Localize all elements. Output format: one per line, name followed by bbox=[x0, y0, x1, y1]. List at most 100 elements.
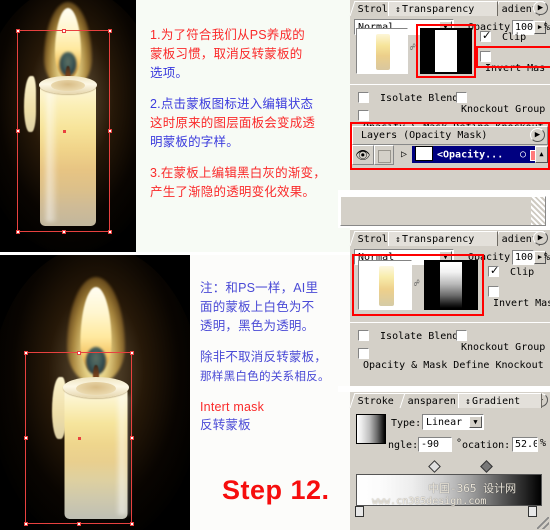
lock-toggle-cell[interactable] bbox=[374, 145, 394, 165]
gradient-stop-start[interactable] bbox=[355, 506, 364, 517]
layer-target-circle-icon[interactable]: ○ bbox=[520, 146, 526, 163]
handle-tl[interactable] bbox=[23, 350, 28, 355]
object-thumbnail-1[interactable] bbox=[356, 28, 408, 74]
tab-transparency-1[interactable]: ↕Transparency bbox=[388, 1, 498, 16]
gradient-location-label: ocation: bbox=[462, 440, 511, 451]
tab-grip-icon-2: ↕ bbox=[395, 235, 401, 245]
transparency-panel-2[interactable]: Strol ↕Transparency adient ▶ Normal ▼ Op… bbox=[349, 230, 550, 388]
visibility-toggle-cell[interactable]: 👁 bbox=[352, 145, 374, 165]
tutorial-bottom-line-1: 面的蒙板上白色为不 bbox=[200, 300, 315, 314]
panel-scrollbar-strip[interactable] bbox=[531, 197, 545, 225]
panel-1-divider bbox=[350, 84, 550, 85]
selection-bounding-box[interactable] bbox=[15, 28, 112, 234]
handle-br[interactable] bbox=[107, 229, 112, 234]
clip-checkbox-2[interactable] bbox=[488, 264, 499, 277]
clip-label-1: Clip bbox=[502, 31, 527, 43]
artboard-bottom-candle[interactable] bbox=[0, 255, 190, 530]
handle-bl[interactable] bbox=[23, 521, 28, 526]
handle-tr[interactable] bbox=[129, 350, 134, 355]
collapsed-panel-strip[interactable] bbox=[340, 196, 546, 226]
knockout-group-checkbox-2[interactable] bbox=[456, 330, 467, 341]
gradient-tabstrip[interactable]: Stroke ansparen ↕Gradient ▶ bbox=[349, 392, 550, 408]
handle-tl[interactable] bbox=[15, 28, 20, 33]
mask-gradient bbox=[440, 262, 462, 308]
chevron-down-icon-3[interactable]: ▼ bbox=[469, 416, 482, 428]
layer-expand-arrow-icon[interactable]: ▷ bbox=[396, 147, 412, 163]
opacity-mask-knockout-row-2[interactable]: Opacity & Mask Define Knockout bbox=[358, 348, 550, 371]
lock-icon[interactable] bbox=[377, 150, 391, 163]
object-thumbnail-2[interactable] bbox=[358, 260, 412, 310]
gradient-angle-input[interactable]: -90 bbox=[418, 437, 452, 452]
handle-tr[interactable] bbox=[107, 28, 112, 33]
selection-bounding-box-2[interactable] bbox=[23, 350, 134, 526]
invert-mask-checkbox-row-2[interactable]: Invert Mas bbox=[488, 286, 550, 309]
invert-mask-checkbox-1[interactable] bbox=[480, 51, 491, 62]
isolate-blend-checkbox-1[interactable] bbox=[358, 92, 369, 103]
isolate-blend-row-1[interactable]: Isolate Blend bbox=[358, 92, 458, 104]
gradient-midpoint-0[interactable] bbox=[428, 460, 441, 473]
eye-icon[interactable]: 👁 bbox=[355, 148, 370, 162]
panel-menu-arrow-icon-1[interactable]: ▶ bbox=[533, 1, 548, 15]
tutorial-top-line-1: 蒙板习惯，取消反转蒙板的 bbox=[150, 47, 303, 61]
clip-checkbox-row-1[interactable]: Clip bbox=[480, 29, 527, 43]
clip-checkbox-row-2[interactable]: Clip bbox=[488, 264, 534, 278]
panel-2-tabstrip[interactable]: Strol ↕Transparency adient ▶ bbox=[349, 230, 550, 246]
handle-ml[interactable] bbox=[23, 436, 28, 440]
mask-thumbnail-1[interactable] bbox=[420, 28, 472, 74]
candle-artwork-bottom bbox=[16, 255, 176, 530]
transparency-panel-1[interactable]: Strol ↕Transparency adient ▶ Normal ▼ Op… bbox=[349, 0, 550, 190]
invert-mask-checkbox-2[interactable] bbox=[488, 286, 499, 297]
panel-resize-grip[interactable] bbox=[537, 517, 549, 529]
callout-chinese: 反转蒙板 bbox=[200, 418, 251, 432]
tab-transparency-2[interactable]: ↕Transparency bbox=[388, 231, 498, 246]
layers-panel-row[interactable]: 👁 ▷ <Opacity... ○ ▲ bbox=[352, 145, 548, 166]
tutorial-top-line-6: 3.在蒙板上编辑黑白灰的渐变， bbox=[150, 166, 326, 180]
handle-mr[interactable] bbox=[129, 436, 134, 440]
tab-gradient-3[interactable]: ↕Gradient bbox=[458, 393, 542, 408]
opacity-mask-knockout-label-2: Opacity & Mask Define Knockout bbox=[363, 359, 544, 371]
gradient-stop-end[interactable] bbox=[528, 506, 537, 517]
clip-checkbox-1[interactable] bbox=[480, 29, 491, 42]
gradient-midpoint-1[interactable] bbox=[480, 460, 493, 473]
gradient-preview-swatch[interactable] bbox=[356, 414, 386, 444]
link-icon-2[interactable]: ☍ bbox=[414, 280, 419, 289]
tutorial-note-1: 注：和PS一样，AI里 面的蒙板上白色为不 透明，黑色为透明。 bbox=[200, 279, 350, 336]
layer-thumbnail bbox=[415, 146, 433, 161]
tutorial-bottom-line-4: 那样黑白色的关系相反。 bbox=[200, 370, 330, 383]
gradient-type-select[interactable]: Linear ▼ bbox=[422, 414, 484, 430]
handle-tc[interactable] bbox=[77, 350, 81, 355]
mask-black-left bbox=[422, 30, 435, 72]
handle-br[interactable] bbox=[129, 521, 134, 526]
opacity-mask-knockout-checkbox-2[interactable] bbox=[358, 348, 369, 359]
panel-menu-arrow-icon-2[interactable]: ▶ bbox=[533, 231, 548, 245]
tutorial-note-2: 除非不取消反转蒙板， 那样黑白色的关系相反。 bbox=[200, 348, 350, 386]
handle-bc[interactable] bbox=[62, 229, 66, 234]
layer-selected-row[interactable]: <Opacity... ○ bbox=[412, 146, 548, 163]
handle-tc[interactable] bbox=[62, 28, 66, 33]
link-icon-1[interactable]: ☍ bbox=[410, 44, 415, 53]
tutorial-top-line-3: 2.点击蒙板图标进入编辑状态 bbox=[150, 97, 314, 111]
tutorial-text-top: 1.为了符合我们从PS养成的 蒙板习惯，取消反转蒙板的 选项。 2.点击蒙板图标… bbox=[136, 0, 350, 252]
watermark-url: www.cn365design.com bbox=[372, 496, 487, 507]
handle-bc[interactable] bbox=[77, 521, 81, 526]
handle-mr[interactable] bbox=[107, 129, 112, 133]
artboard-top-candle[interactable] bbox=[0, 0, 136, 252]
center-point-2 bbox=[78, 437, 81, 440]
gradient-panel[interactable]: Stroke ansparen ↕Gradient ▶ Type: Linear… bbox=[349, 392, 550, 530]
isolate-blend-checkbox-2[interactable] bbox=[358, 330, 369, 341]
invert-mask-checkbox-row-1[interactable]: Invert Mas bbox=[480, 51, 550, 74]
gradient-location-input[interactable]: 52.0 bbox=[512, 437, 538, 452]
layers-panel-titlebar[interactable]: Layers (Opacity Mask) ▶ bbox=[352, 126, 548, 145]
gradient-angle-label: ngle: bbox=[388, 440, 419, 451]
layers-scroll-up-button[interactable]: ▲ bbox=[535, 146, 548, 163]
opacity-mask-knockout-checkbox-1[interactable] bbox=[358, 110, 369, 121]
knockout-group-checkbox-1[interactable] bbox=[456, 92, 467, 103]
tab-transparency-3[interactable]: ansparen bbox=[399, 393, 467, 408]
isolate-blend-row-2[interactable]: Isolate Blend bbox=[358, 330, 458, 342]
mask-thumbnail-2[interactable] bbox=[424, 260, 478, 310]
layers-menu-arrow-icon[interactable]: ▶ bbox=[530, 128, 545, 142]
handle-bl[interactable] bbox=[15, 229, 20, 234]
panel-1-tabstrip[interactable]: Strol ↕Transparency adient ▶ bbox=[349, 0, 550, 16]
handle-ml[interactable] bbox=[15, 129, 20, 133]
opacity-input-2[interactable]: 100 bbox=[512, 250, 534, 265]
